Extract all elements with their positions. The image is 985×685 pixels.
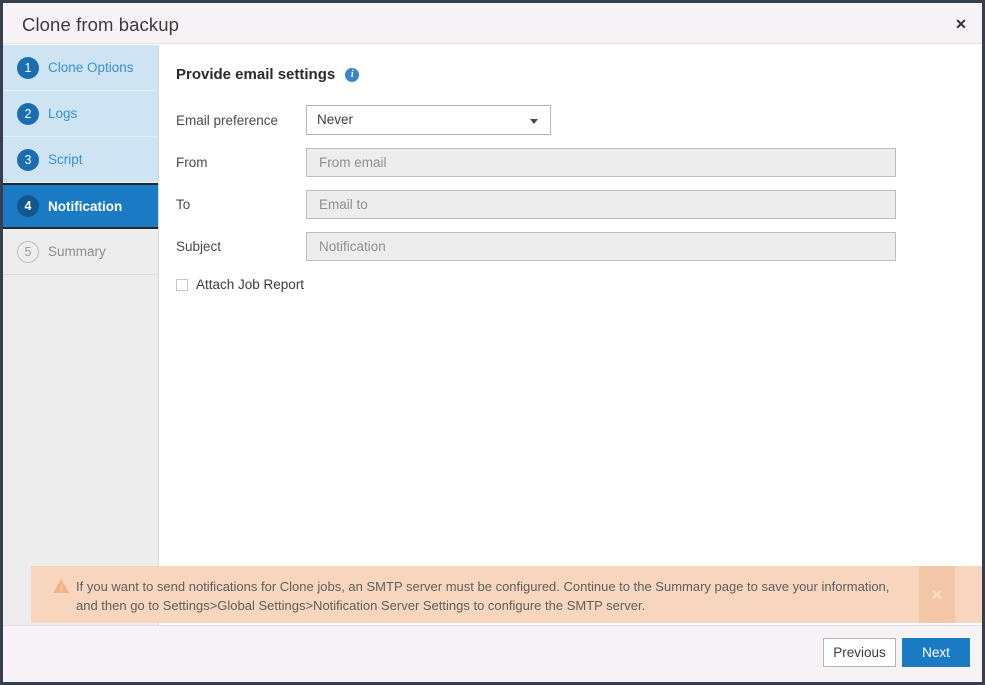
step-number-badge: 4	[17, 195, 39, 217]
sidebar-step-notification[interactable]: 4 Notification	[3, 183, 158, 229]
email-settings-form: Email preference Never From To Subject	[176, 105, 982, 292]
page-title-text: Provide email settings	[176, 66, 335, 83]
sidebar-step-clone-options[interactable]: 1 Clone Options	[3, 45, 158, 91]
sidebar-step-label: Clone Options	[48, 60, 134, 75]
to-row: To	[176, 190, 982, 219]
page-title: Provide email settings i	[176, 66, 359, 83]
sidebar-step-script[interactable]: 3 Script	[3, 137, 158, 183]
banner-close-icon[interactable]: ✕	[919, 566, 955, 623]
sidebar-step-label: Logs	[48, 106, 77, 121]
from-email-input[interactable]	[306, 148, 896, 177]
step-number-badge: 3	[17, 149, 39, 171]
attach-job-report-label: Attach Job Report	[196, 277, 304, 292]
email-preference-row: Email preference Never	[176, 105, 982, 135]
attach-job-report-checkbox[interactable]	[176, 279, 188, 291]
next-button[interactable]: Next	[902, 638, 970, 667]
warning-message: If you want to send notifications for Cl…	[76, 577, 906, 615]
email-preference-label: Email preference	[176, 113, 306, 128]
sidebar-step-label: Summary	[48, 244, 106, 259]
to-email-input[interactable]	[306, 190, 896, 219]
smtp-warning-banner: ! If you want to send notifications for …	[31, 566, 985, 623]
warning-exclamation: !	[60, 585, 63, 594]
from-label: From	[176, 155, 306, 170]
from-row: From	[176, 148, 982, 177]
clone-from-backup-dialog: Clone from backup ✕ 1 Clone Options 2 Lo…	[0, 0, 985, 685]
previous-button[interactable]: Previous	[823, 638, 896, 667]
to-label: To	[176, 197, 306, 212]
email-preference-value: Never	[317, 112, 353, 127]
sidebar-step-label: Notification	[48, 199, 122, 214]
dialog-footer: Previous Next	[3, 625, 982, 682]
sidebar-step-label: Script	[48, 152, 83, 167]
step-number-badge: 1	[17, 57, 39, 79]
subject-row: Subject	[176, 232, 982, 261]
email-preference-select[interactable]: Never	[306, 105, 551, 135]
close-icon[interactable]: ✕	[949, 13, 973, 35]
attach-job-report-row: Attach Job Report	[176, 277, 982, 292]
info-icon[interactable]: i	[345, 68, 359, 82]
dialog-title: Clone from backup	[22, 14, 179, 36]
sidebar-step-summary: 5 Summary	[3, 229, 158, 275]
step-number-badge: 2	[17, 103, 39, 125]
chevron-down-icon	[530, 119, 538, 124]
subject-input[interactable]	[306, 232, 896, 261]
sidebar-step-logs[interactable]: 2 Logs	[3, 91, 158, 137]
dialog-title-bar: Clone from backup ✕	[3, 3, 982, 44]
step-number-badge: 5	[17, 241, 39, 263]
subject-label: Subject	[176, 239, 306, 254]
